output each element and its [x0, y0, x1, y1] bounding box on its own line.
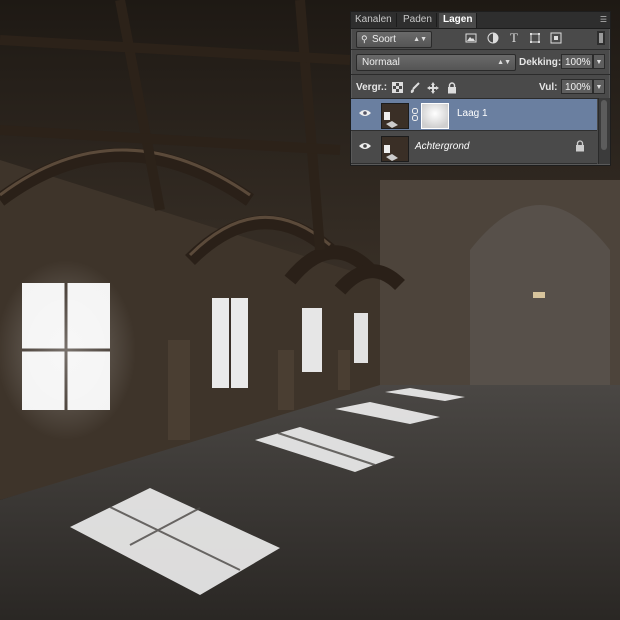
opacity-input[interactable]: 100%: [561, 54, 593, 69]
lock-icon: [575, 140, 585, 152]
filter-toggle-icon[interactable]: [597, 31, 605, 45]
scrollbar-thumb[interactable]: [601, 100, 607, 150]
layer-mask-thumbnail[interactable]: [421, 103, 449, 129]
opacity-dropdown-icon[interactable]: ▼: [593, 54, 605, 69]
link-chain-icon[interactable]: [411, 108, 419, 121]
opacity-label: Dekking:: [519, 57, 562, 68]
layer-filter-select[interactable]: ⚲ Soort ▲▼: [356, 31, 432, 48]
adjustment-filter-icon[interactable]: [487, 32, 499, 44]
chevron-updown-icon: ▲▼: [413, 36, 427, 43]
layer-name[interactable]: Achtergrond: [415, 140, 469, 154]
layer-row-achtergrond[interactable]: Achtergrond: [351, 132, 597, 164]
lock-transparent-icon[interactable]: [391, 82, 403, 94]
fill-dropdown-icon[interactable]: ▼: [593, 79, 605, 94]
eye-icon[interactable]: [359, 108, 371, 120]
image-filter-icon[interactable]: [465, 32, 477, 44]
lock-image-icon[interactable]: [409, 82, 421, 94]
tab-layers[interactable]: Lagen: [439, 13, 478, 28]
tab-paths[interactable]: Paden: [399, 13, 437, 27]
layer-row-laag-1[interactable]: Laag 1: [351, 99, 597, 131]
blend-mode-select[interactable]: Normaal ▲▼: [356, 54, 516, 71]
layers-scrollbar[interactable]: [598, 98, 610, 164]
divider: [351, 74, 610, 75]
fill-label: Vul:: [539, 82, 558, 93]
filter-kind-label: Soort: [372, 34, 396, 45]
lock-all-icon[interactable]: [446, 82, 458, 94]
layers-panel: Kanalen Paden Lagen ☰ ⚲ Soort ▲▼ T Norma…: [350, 11, 611, 166]
chevron-updown-icon: ▲▼: [497, 59, 511, 66]
smart-object-filter-icon[interactable]: [550, 32, 562, 44]
lock-label: Vergr.:: [356, 82, 388, 93]
layer-thumbnail: [381, 136, 409, 162]
type-filter-icon[interactable]: T: [508, 31, 520, 44]
search-icon: ⚲: [361, 34, 368, 44]
panel-menu-icon[interactable]: ☰: [595, 14, 607, 25]
eye-icon[interactable]: [359, 141, 371, 153]
tab-channels[interactable]: Kanalen: [351, 13, 397, 27]
panel-tab-bar: Kanalen Paden Lagen ☰: [351, 12, 610, 29]
divider: [351, 49, 610, 50]
layer-name[interactable]: Laag 1: [457, 107, 488, 121]
lock-position-icon[interactable]: [427, 82, 439, 94]
fill-input[interactable]: 100%: [561, 79, 593, 94]
shape-filter-icon[interactable]: [529, 32, 541, 44]
layer-thumbnail: [381, 103, 409, 129]
blend-mode-value: Normaal: [362, 57, 400, 68]
